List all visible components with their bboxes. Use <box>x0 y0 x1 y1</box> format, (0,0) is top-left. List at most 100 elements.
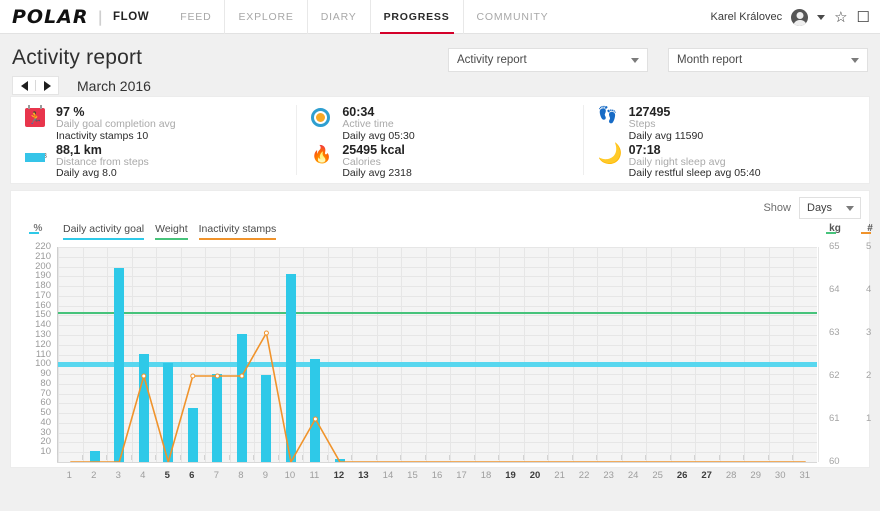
stat-sub: Daily avg 11590 <box>629 131 704 143</box>
report-type-value: Activity report <box>457 54 527 66</box>
x-axis-day-label: 22 <box>572 470 596 481</box>
stat-label: Active time <box>342 119 414 131</box>
next-month-button[interactable] <box>36 76 58 95</box>
x-axis-tick <box>670 455 671 460</box>
chart-plot-area[interactable] <box>57 247 817 462</box>
x-axis-tick <box>694 455 695 460</box>
nav-item-progress[interactable]: PROGRESS <box>370 0 463 34</box>
right-primary-axis-unit-color <box>826 232 836 235</box>
stat-value: 127495 <box>629 105 704 119</box>
kg-axis-tick-label: 63 <box>829 327 840 338</box>
stat-label: Steps <box>629 119 704 131</box>
month-navigator: March 2016 <box>12 76 868 95</box>
stat-item: 🔥25495 kcalCaloriesDaily avg 2318 <box>311 143 568 181</box>
x-axis-day-label: 5 <box>155 470 179 481</box>
stat-text: 07:18Daily night sleep avgDaily restful … <box>629 143 761 181</box>
star-icon[interactable]: ☆ <box>834 10 847 25</box>
nav-item-feed[interactable]: FEED <box>167 0 224 34</box>
x-axis-day-label: 9 <box>253 470 277 481</box>
report-type-select[interactable]: Activity report <box>448 48 648 72</box>
show-granularity-value: Days <box>807 202 832 214</box>
chevron-down-icon[interactable] <box>817 15 825 20</box>
summary-stats-panel: 🏃97 %Daily goal completion avgInactivity… <box>10 96 870 184</box>
inactivity-stamps-line <box>58 247 818 462</box>
user-name: Karel Královec <box>711 11 783 23</box>
report-period-select[interactable]: Month report <box>668 48 868 72</box>
x-axis-tick <box>792 455 793 460</box>
flow-product-label: FLOW <box>113 11 149 23</box>
main-nav-items: FEEDEXPLOREDIARYPROGRESSCOMMUNITY <box>167 0 561 34</box>
x-axis-tick <box>474 455 475 460</box>
kg-axis-tick-label: 62 <box>829 370 840 381</box>
x-axis-day-label: 14 <box>376 470 400 481</box>
show-label: Show <box>763 202 791 214</box>
nav-item-explore[interactable]: EXPLORE <box>224 0 306 34</box>
x-axis-tick <box>278 455 279 460</box>
report-period-value: Month report <box>677 54 742 66</box>
kg-axis-tick-label: 60 <box>829 456 840 467</box>
left-axis-unit: % <box>29 223 47 234</box>
x-axis-tick <box>449 455 450 460</box>
x-axis-line <box>57 462 817 463</box>
x-axis-day-label: 8 <box>229 470 253 481</box>
stat-item: 👣 127495StepsDaily avg 11590 <box>598 105 855 143</box>
x-axis-tick <box>131 455 132 460</box>
stat-column-3: 👣127495StepsDaily avg 11590🌙07:18Daily n… <box>584 105 869 175</box>
x-axis-tick <box>743 455 744 460</box>
message-icon[interactable]: ☐ <box>857 10 870 25</box>
stat-column-1: 🏃97 %Daily goal completion avgInactivity… <box>11 105 297 175</box>
show-granularity-select[interactable]: Days <box>799 197 861 219</box>
x-axis-day-label: 7 <box>204 470 228 481</box>
stat-label: Daily goal completion avg <box>56 119 176 131</box>
legend-item-daily-activity-goal[interactable]: Daily activity goal <box>63 223 144 240</box>
kg-axis-tick-label: 65 <box>829 241 840 252</box>
x-axis-day-label: 2 <box>82 470 106 481</box>
stat-text: 127495StepsDaily avg 11590 <box>629 105 704 143</box>
kg-axis-tick-label: 61 <box>829 413 840 424</box>
page-header: Activity report March 2016 Activity repo… <box>0 34 880 92</box>
x-axis-day-label: 26 <box>670 470 694 481</box>
stat-sub: Daily avg 05:30 <box>342 131 414 143</box>
x-axis-day-label: 3 <box>106 470 130 481</box>
y-axis-tick-label: 10 <box>23 446 51 457</box>
arrow-left-icon <box>21 81 28 91</box>
x-axis-day-label: 6 <box>180 470 204 481</box>
x-axis-day-label: 12 <box>327 470 351 481</box>
stat-item: 60:34Active timeDaily avg 05:30 <box>311 105 568 143</box>
month-arrows <box>12 76 59 95</box>
avatar[interactable] <box>791 9 808 26</box>
x-axis-tick <box>645 455 646 460</box>
x-axis-day-label: 20 <box>523 470 547 481</box>
nav-item-diary[interactable]: DIARY <box>307 0 370 34</box>
legend-item-inactivity-stamps[interactable]: Inactivity stamps <box>199 223 277 240</box>
chart-plot-wrapper: 2202102001901801701601501401301201101009… <box>11 239 869 467</box>
x-axis-tick <box>57 455 58 460</box>
x-axis-day-label: 31 <box>793 470 817 481</box>
x-axis-tick <box>498 455 499 460</box>
x-axis-tick <box>204 455 205 460</box>
x-axis-day-label: 29 <box>744 470 768 481</box>
stat-icon-wrap <box>311 105 333 129</box>
previous-month-button[interactable] <box>13 76 35 95</box>
x-axis-tick <box>229 455 230 460</box>
flame-icon: 🔥 <box>311 146 333 163</box>
x-axis-tick <box>180 455 181 460</box>
right-secondary-axis-unit: # <box>861 223 879 234</box>
x-axis-tick <box>376 455 377 460</box>
stat-text: 60:34Active timeDaily avg 05:30 <box>342 105 414 143</box>
stat-sub: Daily avg 2318 <box>342 168 411 180</box>
stat-icon-wrap: 👣 <box>598 105 620 129</box>
count-axis-tick-label: 5 <box>866 241 871 252</box>
nav-item-community[interactable]: COMMUNITY <box>463 0 562 34</box>
count-axis-tick-label: 2 <box>866 370 871 381</box>
x-axis-day-label: 21 <box>548 470 572 481</box>
x-axis-day-label: 16 <box>425 470 449 481</box>
x-axis-day-label: 4 <box>131 470 155 481</box>
moon-icon: 🌙 <box>598 144 620 164</box>
legend-item-weight[interactable]: Weight <box>155 223 188 240</box>
count-axis-tick-label: 4 <box>866 284 871 295</box>
user-area: Karel Královec ☆ ☐ <box>711 0 870 34</box>
x-axis-day-label: 18 <box>474 470 498 481</box>
x-axis-day-label: 19 <box>499 470 523 481</box>
polar-logo[interactable]: POLAR | FLOW <box>0 6 149 28</box>
